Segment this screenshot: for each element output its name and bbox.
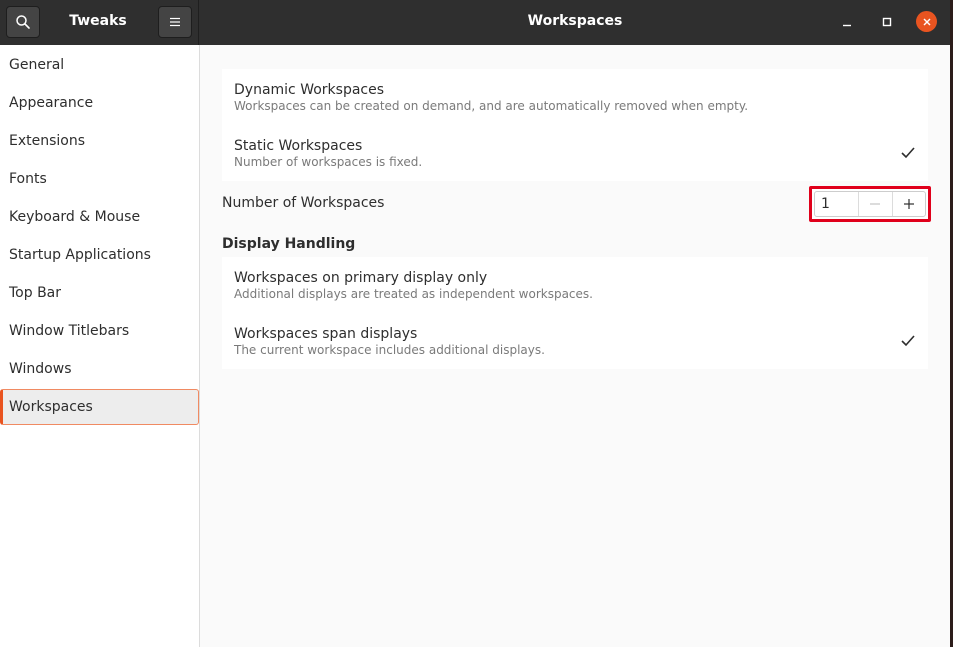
maximize-button[interactable] <box>876 11 898 33</box>
sidebar-item-extensions[interactable]: Extensions <box>0 122 199 160</box>
option-title: Workspaces on primary display only <box>234 270 488 286</box>
option-subtitle: Number of workspaces is fixed. <box>234 155 423 169</box>
display-handling-heading: Display Handling <box>222 236 356 252</box>
sidebar-item-window-titlebars[interactable]: Window Titlebars <box>0 312 199 350</box>
hamburger-menu-icon <box>170 17 180 27</box>
search-button[interactable] <box>6 6 40 38</box>
workspaces-count-input[interactable]: 1 <box>815 192 858 216</box>
sidebar-item-startup-applications[interactable]: Startup Applications <box>0 236 199 274</box>
option-subtitle: Additional displays are treated as indep… <box>234 287 593 301</box>
close-button[interactable] <box>916 11 937 32</box>
checkmark-icon <box>901 335 915 347</box>
option-subtitle: The current workspace includes additiona… <box>234 343 545 357</box>
workspace-mode-card: Dynamic Workspaces Workspaces can be cre… <box>222 69 928 181</box>
static-workspaces-option[interactable]: Static Workspaces Number of workspaces i… <box>234 138 928 170</box>
minus-icon <box>870 203 881 205</box>
workspaces-spinbutton[interactable]: 1 <box>814 191 926 217</box>
highlight-box: 1 <box>809 186 931 222</box>
checkmark-icon <box>901 147 915 159</box>
minimize-button[interactable] <box>836 11 858 33</box>
sidebar: General Appearance Extensions Fonts Keyb… <box>0 45 200 647</box>
main-content: Dynamic Workspaces Workspaces can be cre… <box>200 45 950 647</box>
header-sidebar-section: Tweaks <box>0 0 199 45</box>
display-handling-card: Workspaces on primary display only Addit… <box>222 257 928 369</box>
app-title: Tweaks <box>69 13 127 29</box>
span-displays-option[interactable]: Workspaces span displays The current wor… <box>234 326 928 358</box>
option-subtitle: Workspaces can be created on demand, and… <box>234 99 749 113</box>
tweaks-window: Tweaks Workspaces General Appearance Ext… <box>0 0 950 647</box>
option-title: Static Workspaces <box>234 138 363 154</box>
sidebar-item-workspaces[interactable]: Workspaces <box>0 389 199 425</box>
primary-display-only-option[interactable]: Workspaces on primary display only Addit… <box>234 270 928 301</box>
sidebar-item-top-bar[interactable]: Top Bar <box>0 274 199 312</box>
number-of-workspaces-label: Number of Workspaces <box>222 195 385 211</box>
close-icon <box>923 18 930 25</box>
sidebar-item-appearance[interactable]: Appearance <box>0 84 199 122</box>
minimize-icon <box>843 24 851 27</box>
option-title: Workspaces span displays <box>234 326 418 342</box>
sidebar-item-windows[interactable]: Windows <box>0 350 199 388</box>
dynamic-workspaces-option[interactable]: Dynamic Workspaces Workspaces can be cre… <box>234 82 928 113</box>
header-bar: Tweaks Workspaces <box>0 0 950 45</box>
increment-button[interactable] <box>891 192 925 216</box>
search-icon <box>16 15 30 29</box>
maximize-icon <box>882 17 892 27</box>
option-title: Dynamic Workspaces <box>234 82 385 98</box>
decrement-button[interactable] <box>858 192 891 216</box>
menu-button[interactable] <box>158 6 192 38</box>
sidebar-item-general[interactable]: General <box>0 46 199 84</box>
sidebar-item-keyboard-mouse[interactable]: Keyboard & Mouse <box>0 198 199 236</box>
sidebar-item-fonts[interactable]: Fonts <box>0 160 199 198</box>
plus-icon <box>903 199 914 209</box>
